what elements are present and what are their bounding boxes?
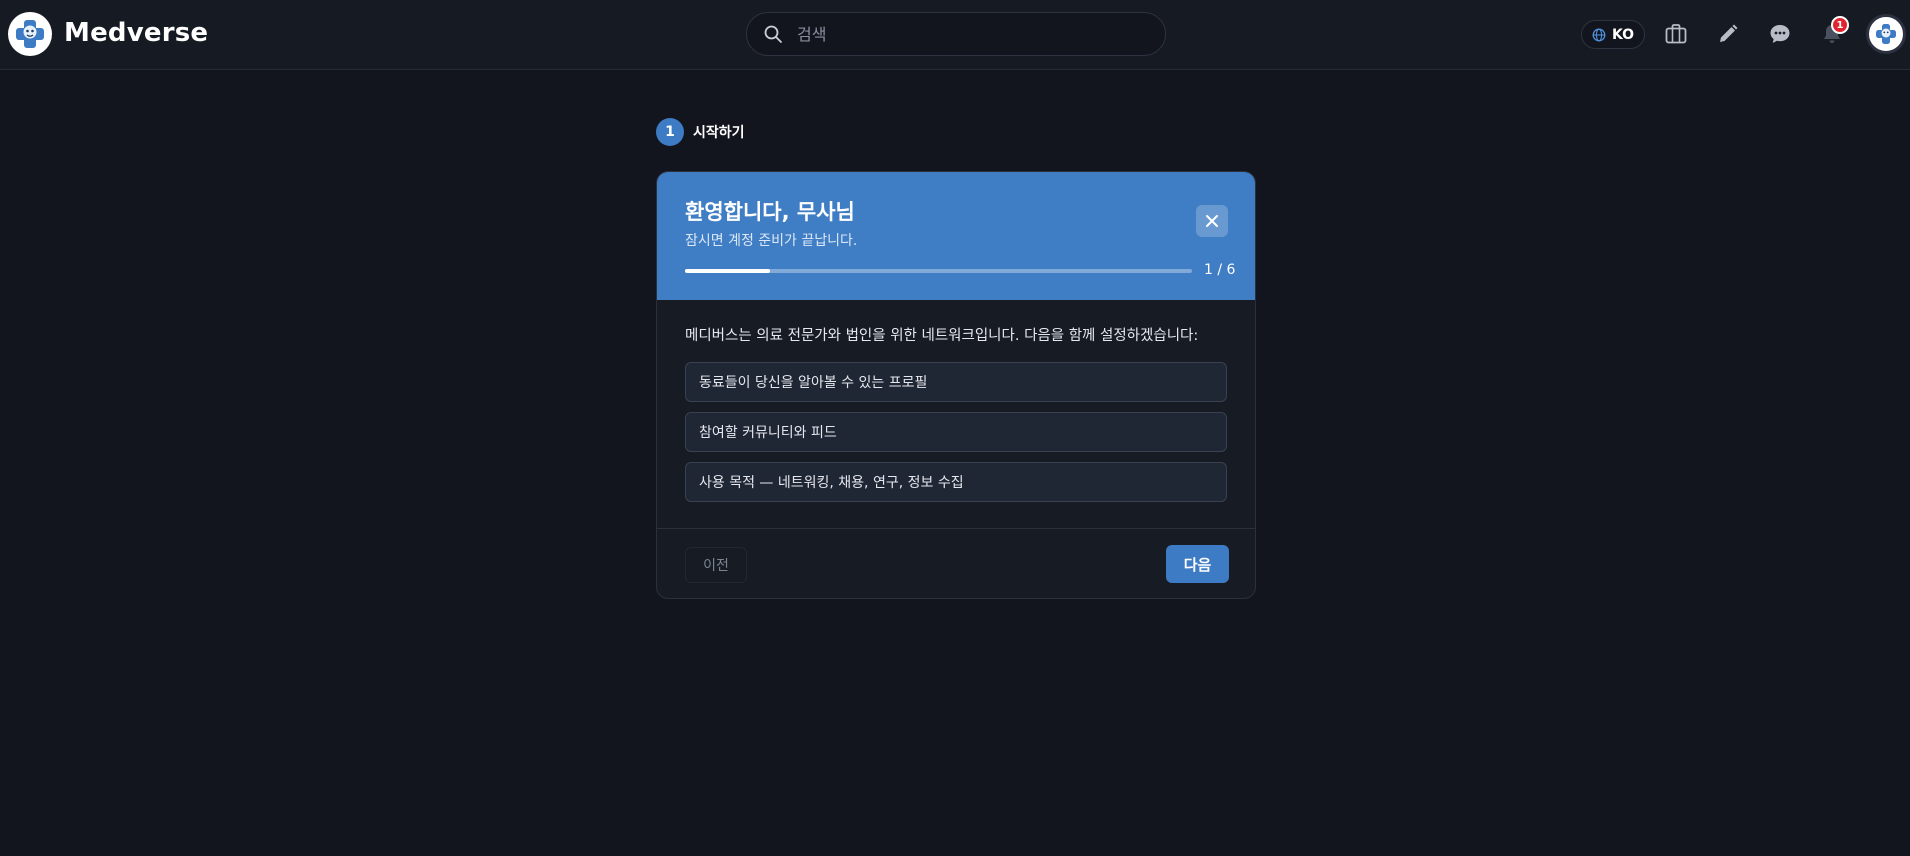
notification-badge: 1	[1831, 16, 1849, 34]
dialog-body: 메디버스는 의료 전문가와 법인을 위한 네트워크입니다. 다음을 함께 설정하…	[685, 324, 1229, 512]
previous-button[interactable]: 이전	[685, 547, 747, 583]
language-code: KO	[1611, 26, 1635, 43]
list-item: 사용 목적 — 네트워킹, 채용, 연구, 정보 수집	[685, 462, 1227, 502]
user-avatar-icon[interactable]	[1866, 14, 1906, 54]
next-button[interactable]: 다음	[1166, 545, 1229, 583]
list-item: 동료들이 당신을 알아볼 수 있는 프로필	[685, 362, 1227, 402]
brand-name[interactable]: Medverse	[64, 18, 208, 48]
language-selector[interactable]: KO	[1581, 20, 1645, 49]
search-bar[interactable]	[746, 12, 1166, 56]
briefcase-icon[interactable]	[1662, 20, 1690, 48]
search-input[interactable]	[797, 24, 1165, 44]
onboarding-stepper: 1 시작하기	[656, 118, 745, 146]
dialog-header: 환영합니다, 무사님 잠시면 계정 준비가 끝납니다. 1 / 6	[657, 172, 1255, 300]
chat-bubble-icon[interactable]	[1766, 20, 1794, 48]
top-navigation-bar: Medverse KO	[0, 0, 1910, 70]
dialog-footer: 이전 다음	[657, 528, 1255, 598]
progress-bar-fill	[685, 269, 770, 273]
dialog-title: 환영합니다, 무사님	[685, 200, 855, 224]
onboarding-dialog: 환영합니다, 무사님 잠시면 계정 준비가 끝납니다. 1 / 6 메디버스는 …	[656, 171, 1256, 599]
close-button[interactable]	[1196, 205, 1228, 237]
step-label: 시작하기	[693, 125, 745, 141]
search-icon	[763, 24, 783, 44]
globe-icon	[1592, 28, 1606, 42]
list-item: 참여할 커뮤니티와 피드	[685, 412, 1227, 452]
intro-text: 메디버스는 의료 전문가와 법인을 위한 네트워크입니다. 다음을 함께 설정하…	[685, 328, 1199, 344]
dialog-subtitle: 잠시면 계정 준비가 끝납니다.	[685, 233, 858, 249]
step-number: 1	[656, 118, 684, 146]
progress-label: 1 / 6	[1204, 262, 1236, 278]
pencil-icon[interactable]	[1714, 20, 1742, 48]
progress-bar	[685, 269, 1192, 273]
medverse-logo-icon[interactable]	[8, 12, 52, 56]
close-icon	[1205, 214, 1219, 228]
